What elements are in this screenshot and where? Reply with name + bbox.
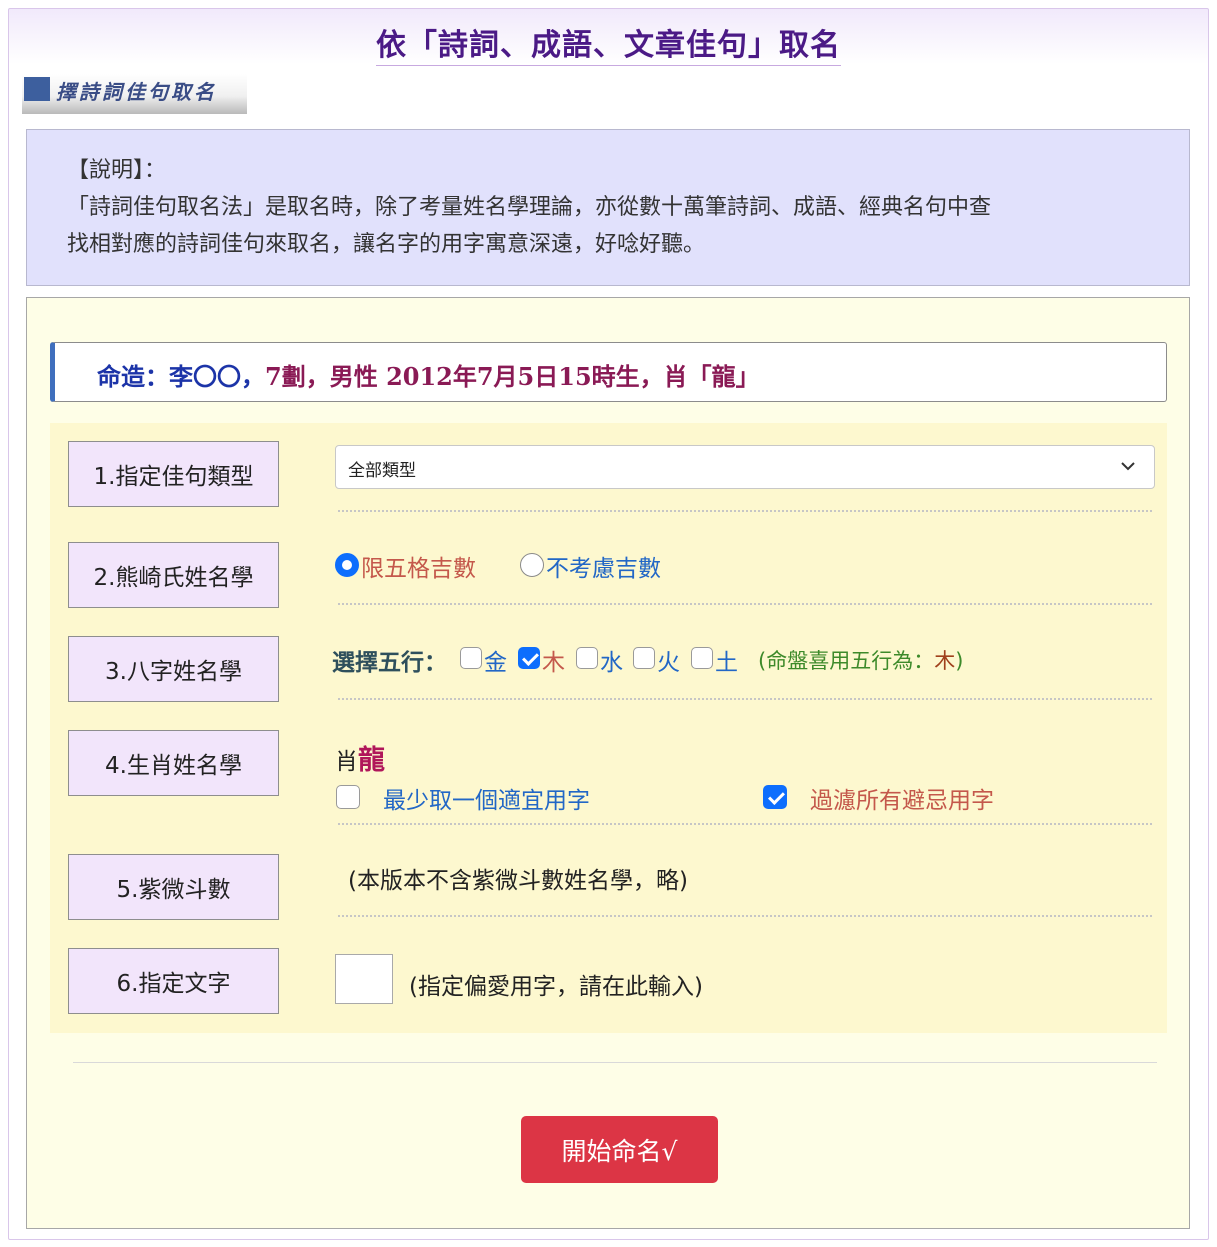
element-checkbox-water[interactable] <box>576 647 598 669</box>
banner-block <box>24 77 50 101</box>
row-separator <box>338 915 1152 917</box>
start-naming-button[interactable]: 開始命名√ <box>521 1116 718 1183</box>
element-label-earth[interactable]: 土 <box>715 643 738 677</box>
notice-heading: 【說明】： <box>67 158 167 183</box>
row-separator <box>338 823 1152 825</box>
row-label-bazi: 3.八字姓名學 <box>68 636 279 702</box>
banner-text: 擇詩詞佳句取名 <box>56 80 217 104</box>
element-label-water[interactable]: 水 <box>600 643 623 677</box>
favorable-element-hint: (命盤喜用五行為：木) <box>758 649 964 673</box>
row-label-zodiac: 4.生肖姓名學 <box>68 730 279 796</box>
fate-zodiac: 肖「龍」 <box>663 362 760 391</box>
row-label-sentence-type: 1.指定佳句類型 <box>68 441 279 507</box>
page-title: 依「詩詞、成語、文章佳句」取名 <box>0 20 1217 66</box>
specified-char-input[interactable] <box>335 954 393 1004</box>
row-label-kumazaki: 2.熊崎氏姓名學 <box>68 542 279 608</box>
checkbox-filter-taboo[interactable] <box>763 785 787 809</box>
element-checkbox-earth[interactable] <box>691 647 713 669</box>
row-label-specified-char: 6.指定文字 <box>68 948 279 1014</box>
sentence-type-value: 全部類型 <box>348 461 416 481</box>
radio-ignore-numbers-label[interactable]: 不考慮吉數 <box>546 549 661 583</box>
chevron-down-icon <box>1121 462 1135 471</box>
checkbox-min-suitable-char[interactable] <box>336 785 360 809</box>
ziwei-note: (本版本不含紫微斗數姓名學，略) <box>348 868 688 894</box>
fate-birth: 2012年7月5日15時生， <box>386 362 664 391</box>
radio-five-grid[interactable] <box>335 553 359 577</box>
element-label-fire[interactable]: 火 <box>657 643 680 677</box>
form-area <box>50 423 1167 1033</box>
fate-strokes: 7劃， <box>265 362 330 391</box>
element-checkbox-fire[interactable] <box>633 647 655 669</box>
radio-five-grid-label[interactable]: 限五格吉數 <box>361 549 476 583</box>
element-checkbox-wood[interactable] <box>518 647 540 669</box>
banner-logo: 擇詩詞佳句取名 <box>22 74 247 114</box>
row-separator <box>338 603 1152 605</box>
row-label-ziwei: 5.紫微斗數 <box>68 854 279 920</box>
five-elements-prompt: 選擇五行： <box>332 650 447 676</box>
sentence-type-select[interactable]: 全部類型 <box>335 445 1155 489</box>
row-separator <box>338 698 1152 700</box>
element-checkbox-metal[interactable] <box>460 647 482 669</box>
divider <box>73 1062 1157 1063</box>
element-label-metal[interactable]: 金 <box>484 643 507 677</box>
fate-prefix: 命造：李〇〇， <box>97 362 265 391</box>
fate-gender: 男性 <box>329 362 387 391</box>
checkbox-min-suitable-char-label[interactable]: 最少取一個適宜用字 <box>383 781 590 815</box>
checkbox-filter-taboo-label[interactable]: 過濾所有避忌用字 <box>810 781 994 815</box>
row-separator <box>338 510 1152 512</box>
notice-box: 【說明】： 「詩詞佳句取名法」是取名時，除了考量姓名學理論，亦從數十萬筆詩詞、成… <box>26 129 1190 286</box>
notice-line-1: 「詩詞佳句取名法」是取名時，除了考量姓名學理論，亦從數十萬筆詩詞、成語、經典名句… <box>67 195 992 220</box>
element-label-wood[interactable]: 木 <box>542 643 565 677</box>
zodiac-line: 肖龍 <box>335 745 385 776</box>
notice-line-2: 找相對應的詩詞佳句來取名，讓名字的用字寓意深遠，好唸好聽。 <box>67 232 706 257</box>
fate-info-bar: 命造：李〇〇，7劃，男性 2012年7月5日15時生，肖「龍」 <box>50 342 1167 402</box>
specified-char-note: (指定偏愛用字，請在此輸入) <box>409 974 703 1000</box>
radio-ignore-numbers[interactable] <box>520 553 544 577</box>
